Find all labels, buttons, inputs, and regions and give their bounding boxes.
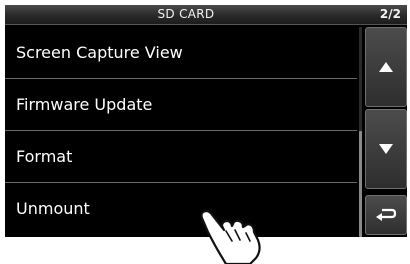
- menu-item-screen-capture-view[interactable]: Screen Capture View: [5, 27, 357, 79]
- return-arrow-icon: [376, 208, 397, 221]
- scroll-up-button[interactable]: [365, 27, 407, 107]
- menu-item-firmware-update[interactable]: Firmware Update: [5, 79, 357, 131]
- menu-item-unmount[interactable]: Unmount: [5, 183, 357, 235]
- scrollbar[interactable]: [359, 27, 362, 237]
- scroll-down-button[interactable]: [365, 109, 407, 189]
- triangle-down-icon: [379, 144, 393, 154]
- sd-card-menu-screen: SD CARD 2/2 Screen Capture View Firmware…: [5, 5, 407, 237]
- triangle-up-icon: [379, 62, 393, 72]
- menu-item-label: Screen Capture View: [16, 43, 183, 62]
- tapping-hand-icon: [200, 209, 261, 264]
- page-indicator: 2/2: [379, 7, 401, 21]
- menu-list: Screen Capture View Firmware Update Form…: [5, 27, 357, 235]
- menu-item-format[interactable]: Format: [5, 131, 357, 183]
- scrollbar-thumb[interactable]: [359, 131, 362, 237]
- title-bar: SD CARD 2/2: [5, 5, 407, 25]
- page-title: SD CARD: [157, 7, 215, 21]
- menu-item-label: Firmware Update: [16, 95, 153, 114]
- menu-item-label: Unmount: [16, 199, 90, 218]
- menu-item-label: Format: [16, 147, 73, 166]
- back-button[interactable]: [365, 195, 407, 235]
